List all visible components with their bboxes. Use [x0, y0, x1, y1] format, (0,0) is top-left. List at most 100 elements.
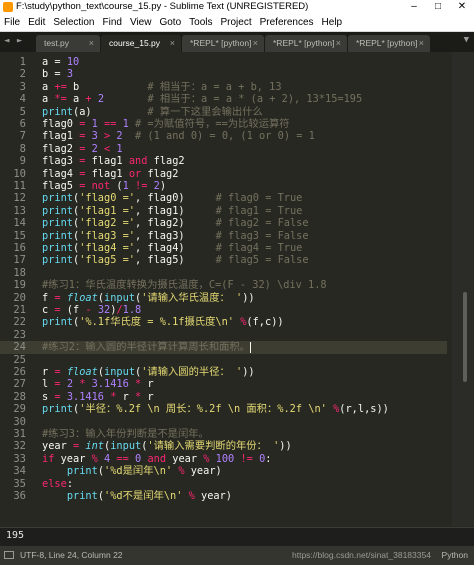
- menu-tools[interactable]: Tools: [185, 14, 216, 31]
- menu-preferences[interactable]: Preferences: [256, 14, 318, 31]
- code-token: if: [42, 452, 55, 465]
- tab-close-icon[interactable]: ×: [336, 35, 341, 52]
- code-token: !=: [135, 180, 148, 192]
- code-line[interactable]: print('%d不是闰年\n' % year): [42, 490, 232, 502]
- menu-edit[interactable]: Edit: [24, 14, 49, 31]
- code-line[interactable]: a *= a + 2 # 相当于：a = a * (a + 2), 13*15=…: [42, 93, 362, 105]
- code-token: )): [242, 366, 255, 378]
- code-line[interactable]: l = 2 * 3.1416 * r: [42, 378, 154, 390]
- tab-test-py[interactable]: test.py ×: [36, 35, 100, 52]
- code-line[interactable]: print('flag3 =', flag3) # flag3 = False: [42, 230, 309, 242]
- code-line[interactable]: year = int(input('请输入需要判断的年份： ')): [42, 440, 292, 452]
- code-line[interactable]: #练习2：输入圆的半径计算计算周长和面积。: [42, 341, 252, 353]
- tab-repl-python-2[interactable]: *REPL* [python] ×: [265, 35, 347, 52]
- maximize-button[interactable]: □: [426, 0, 450, 14]
- close-window-button[interactable]: ✕: [450, 0, 474, 14]
- code-line[interactable]: print('flag4 =', flag4) # flag4 = True: [42, 242, 302, 254]
- code-line[interactable]: print('%d是闰年\n' % year): [42, 465, 222, 477]
- code-line[interactable]: flag3 = flag1 and flag2: [42, 155, 185, 167]
- code-line[interactable]: a += b # 相当于：a = a + b, 13: [42, 81, 282, 93]
- menu-file[interactable]: File: [0, 14, 24, 31]
- line-number: 23: [13, 328, 26, 341]
- panel-toggle-icon[interactable]: [4, 551, 14, 559]
- code-token: '%.1f华氏度 = %.1f摄氏度\n': [79, 316, 234, 329]
- tab-close-icon[interactable]: ×: [419, 35, 424, 52]
- line-number: 19: [13, 279, 26, 292]
- code-token: print: [42, 192, 73, 205]
- code-token: c: [42, 304, 55, 316]
- code-token: ==: [104, 118, 117, 130]
- code-line[interactable]: #练习1：华氏温度转换为摄氏温度，C=(F - 32) \div 1.8: [42, 279, 327, 291]
- tab-label: course_15.py: [109, 38, 161, 48]
- code-line[interactable]: flag0 = 1 == 1 # =为赋值符号，==为比较运算符: [42, 118, 290, 130]
- tab-course-15-py[interactable]: course_15.py ×: [101, 35, 181, 52]
- code-line[interactable]: print('flag2 =', flag2) # flag2 = False: [42, 217, 309, 229]
- code-line[interactable]: flag2 = 2 < 1: [42, 143, 123, 155]
- code-token: 3.1416: [66, 390, 105, 403]
- code-line[interactable]: a = 10: [42, 56, 79, 68]
- code-line[interactable]: c = (f - 32)/1.8: [42, 304, 141, 316]
- code-token: year): [194, 490, 233, 502]
- code-line[interactable]: flag4 = flag1 or flag2: [42, 168, 178, 180]
- code-line[interactable]: print('flag0 =', flag0) # flag0 = True: [42, 192, 302, 204]
- code-line[interactable]: else:: [42, 478, 73, 490]
- code-line[interactable]: flag1 = 3 > 2 # (1 and 0) = 0, (1 or 0) …: [42, 130, 315, 142]
- code-token: print: [42, 204, 73, 217]
- console-output: 195: [6, 530, 25, 541]
- code-token: (r,l,s)): [339, 403, 389, 416]
- code-token: input: [104, 366, 136, 378]
- line-number: 14: [13, 217, 26, 230]
- line-number: 12: [13, 192, 26, 205]
- line-number: 32: [13, 440, 26, 453]
- code-token: else: [42, 477, 67, 490]
- code-line[interactable]: if year % 4 == 0 and year % 100 != 0:: [42, 453, 271, 465]
- tab-close-icon[interactable]: ×: [89, 35, 94, 52]
- code-token: !=: [240, 452, 253, 465]
- code-line[interactable]: f = float(input('请输入华氏温度： ')): [42, 292, 255, 304]
- tab-bar: ◄ ► test.py × course_15.py × *REPL* [pyt…: [0, 32, 474, 52]
- line-number: 31: [13, 428, 26, 440]
- scrollbar-thumb[interactable]: [463, 292, 467, 382]
- code-line[interactable]: print('flag1 =', flag1) # flag1 = True: [42, 205, 302, 217]
- tab-dropdown-icon[interactable]: ▼: [464, 35, 469, 45]
- code-token: 'flag0 =': [79, 192, 135, 205]
- code-token: year: [42, 440, 73, 453]
- menu-selection[interactable]: Selection: [49, 14, 98, 31]
- minimize-button[interactable]: –: [402, 0, 426, 14]
- code-token: print: [66, 465, 98, 478]
- code-line[interactable]: b = 3: [42, 68, 73, 80]
- code-token: print: [42, 229, 73, 242]
- tab-repl-python-3[interactable]: *REPL* [python] ×: [348, 35, 430, 52]
- minimap[interactable]: [452, 52, 474, 526]
- code-token: #练习1：华氏温度转换为摄氏温度，C=(F - 32) \div 1.8: [42, 279, 327, 292]
- line-number-gutter: 1 2 3 4 5 6 7 8 9 10 11 12 13 14 15 16 17 18 19 20 21 22 23 24 2…: [0, 52, 30, 526]
- code-line[interactable]: #练习3：输入年份判断是不是闰年。: [42, 428, 209, 440]
- code-token: , flag3): [135, 229, 216, 242]
- code-editor[interactable]: 1 2 3 4 5 6 7 8 9 10 11 12 13 14 15 16 17 18 19 20 21 22 23 24 2…: [0, 52, 474, 526]
- code-token: (f: [60, 304, 86, 316]
- code-token: # flag1 = True: [215, 204, 303, 217]
- syntax-mode[interactable]: Python: [442, 546, 468, 565]
- line-number: 30: [13, 415, 26, 428]
- code-line[interactable]: r = float(input('请输入圆的半径： ')): [42, 366, 255, 378]
- tab-close-icon[interactable]: ×: [253, 35, 258, 52]
- code-line[interactable]: print('flag5 =', flag5) # flag5 = False: [42, 254, 309, 266]
- code-token: , flag4): [135, 242, 216, 254]
- code-token: print: [42, 105, 73, 118]
- code-token: #练习3：输入年份判断是不是闰年。: [42, 428, 209, 440]
- tab-nav-arrows[interactable]: ◄ ►: [4, 36, 23, 46]
- code-line[interactable]: print('%.1f华氏度 = %.1f摄氏度\n' %(f,c)): [42, 316, 284, 328]
- code-line[interactable]: print('半径：%.2f \n 周长：%.2f \n 面积：%.2f \n'…: [42, 403, 389, 415]
- menu-find[interactable]: Find: [99, 14, 126, 31]
- code-line[interactable]: s = 3.1416 * r * r: [42, 391, 154, 403]
- menu-goto[interactable]: Goto: [155, 14, 185, 31]
- menu-help[interactable]: Help: [318, 14, 347, 31]
- tab-repl-python-1[interactable]: *REPL* [python] ×: [182, 35, 264, 52]
- code-line[interactable]: print(a) # 算一下这里会输出什么: [42, 106, 263, 118]
- code-line[interactable]: flag5 = not (1 != 2): [42, 180, 166, 192]
- menu-view[interactable]: View: [126, 14, 156, 31]
- output-console[interactable]: 195: [0, 527, 474, 546]
- tab-close-icon[interactable]: ×: [170, 35, 175, 52]
- menu-project[interactable]: Project: [217, 14, 256, 31]
